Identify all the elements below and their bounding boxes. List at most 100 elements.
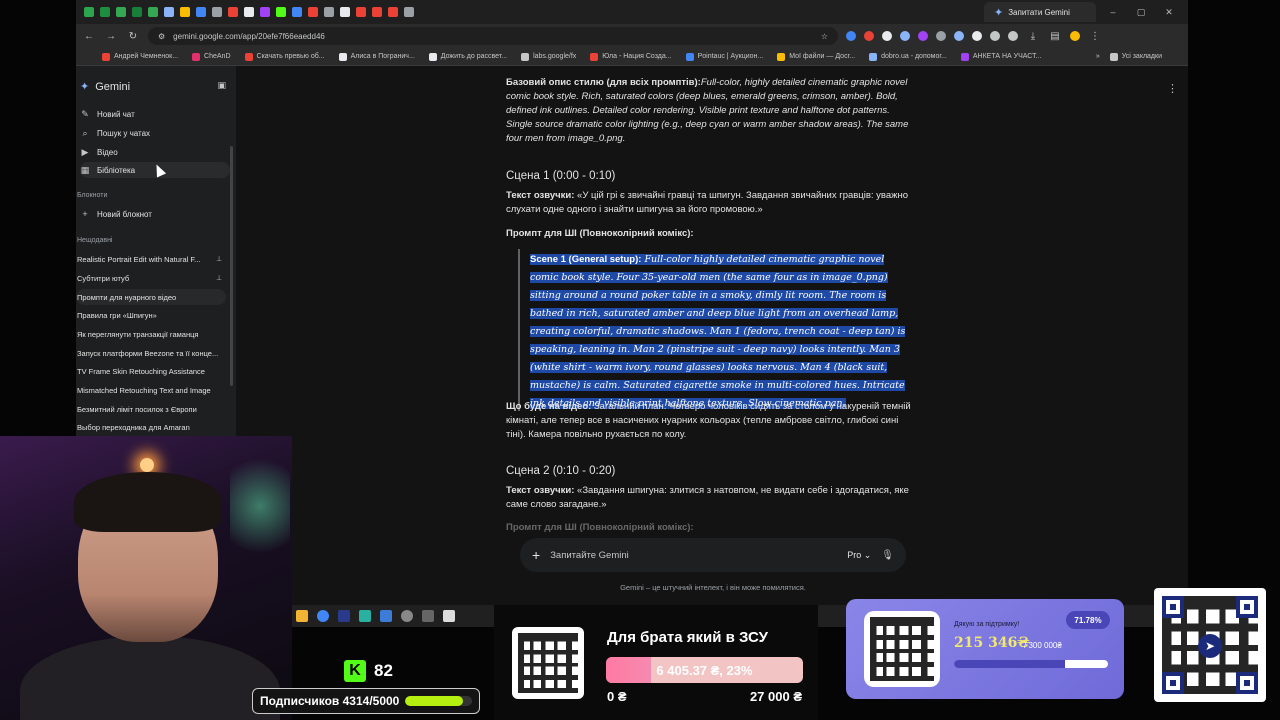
recent-chat-item-active[interactable]: Промпти для нуарного відео — [76, 289, 226, 305]
bookmark-item[interactable]: Скачать превью об... — [244, 52, 325, 61]
tab-favicon[interactable] — [100, 7, 110, 17]
close-icon[interactable]: ✕ — [1158, 7, 1180, 18]
bookmark-item[interactable]: CheAnD — [192, 52, 231, 61]
tab-favicon[interactable] — [340, 7, 350, 17]
extension-icon[interactable] — [954, 31, 964, 41]
new-notebook-button[interactable]: + Новий блокнот — [80, 206, 230, 222]
recent-chat-item[interactable]: Выбор переходника для Amaran — [76, 419, 226, 435]
profile-avatar[interactable] — [1070, 31, 1080, 41]
qr-pattern — [870, 617, 934, 681]
tab-favicon[interactable] — [164, 7, 174, 17]
tab-favicon[interactable] — [372, 7, 382, 17]
app-icon[interactable] — [380, 610, 392, 622]
recent-chat-item[interactable]: Безмитний ліміт посилок з Європи — [76, 401, 226, 417]
tab-favicon[interactable] — [324, 7, 334, 17]
prompt-placeholder: Запитайте Gemini — [550, 549, 629, 561]
tab-favicon[interactable] — [180, 7, 190, 17]
sidebar-scrollbar[interactable] — [230, 146, 233, 386]
app-icon[interactable] — [422, 610, 434, 622]
streamer-hair — [74, 472, 222, 532]
recent-chat-item[interactable]: Правила гри «Шпигун» — [76, 307, 226, 323]
sidebar-item-search[interactable]: ⌕ Пошук у чатах — [80, 125, 230, 141]
more-options-icon[interactable]: ⋮ — [1167, 82, 1178, 95]
all-bookmarks-button[interactable]: Усі закладки — [1109, 52, 1162, 61]
tab-favicon[interactable] — [308, 7, 318, 17]
menu-icon[interactable]: ⋮ — [1088, 31, 1102, 42]
prompt-blockquote[interactable]: Scene 1 (General setup): Full-color high… — [518, 249, 910, 411]
tab-favicon[interactable] — [212, 7, 222, 17]
bookmark-item[interactable]: Дожить до рассвет... — [428, 52, 507, 61]
bookmark-item[interactable]: dobro.ua - допомог... — [869, 52, 947, 61]
file-explorer-icon[interactable] — [296, 610, 308, 622]
maximize-icon[interactable]: ▢ — [1130, 7, 1152, 18]
tab-favicon[interactable] — [356, 7, 366, 17]
site-icon — [338, 52, 347, 61]
extensions-puzzle-icon[interactable] — [1008, 31, 1018, 41]
tab-active[interactable]: ✦ Запитати Gemini — [984, 2, 1096, 22]
forms-icon — [960, 52, 969, 61]
subscriber-goal-label: Подписчиков 4314/5000 — [260, 694, 400, 708]
selected-prompt-text[interactable]: Scene 1 (General setup): Full-color high… — [530, 254, 906, 409]
tab-favicon[interactable] — [404, 7, 414, 17]
app-icon[interactable] — [359, 610, 371, 622]
tab-favicon[interactable] — [84, 7, 94, 17]
chevron-right-icon[interactable]: » — [1096, 53, 1100, 61]
extension-icon[interactable] — [900, 31, 910, 41]
obs-icon[interactable] — [401, 610, 413, 622]
style-label: Базовий опис стилю (для всіх промптів): — [506, 77, 701, 88]
tab-favicon[interactable] — [260, 7, 270, 17]
reload-icon[interactable]: ↻ — [126, 31, 140, 42]
tab-favicon[interactable] — [116, 7, 126, 17]
app-icon[interactable] — [443, 610, 455, 622]
bookmark-item[interactable]: Юла - Нация Созда... — [590, 52, 672, 61]
recent-chat-item[interactable]: Realistic Portrait Edit with Natural F..… — [76, 251, 226, 267]
extension-icon[interactable] — [864, 31, 874, 41]
microphone-icon[interactable]: 🎙 — [881, 550, 894, 561]
extension-icon[interactable] — [846, 31, 856, 41]
tab-favicon[interactable] — [244, 7, 254, 17]
support-progress-bar — [954, 660, 1108, 668]
extension-icon[interactable] — [882, 31, 892, 41]
bookmark-item[interactable]: labs.google/fx — [521, 52, 576, 61]
tab-favicon[interactable] — [292, 7, 302, 17]
tab-favicon[interactable] — [228, 7, 238, 17]
tab-favicon[interactable] — [196, 7, 206, 17]
extension-icon[interactable] — [918, 31, 928, 41]
add-attachment-icon[interactable]: + — [532, 547, 540, 563]
recent-chat-item[interactable]: Mismatched Retouching Text and Image — [76, 382, 226, 398]
chevron-down-icon: ⌄ — [863, 549, 872, 560]
bookmark-item[interactable]: Андрей Чемненок... — [102, 52, 178, 61]
recent-chat-item[interactable]: Як переглянути транзакції гаманця — [76, 326, 226, 342]
extension-icon[interactable] — [990, 31, 1000, 41]
extension-icon[interactable] — [972, 31, 982, 41]
address-bar[interactable]: ⚙ gemini.google.com/app/20efe7f66eaedd46… — [148, 27, 838, 45]
bookmark-item[interactable]: Pointauc | Аукцион... — [685, 52, 763, 61]
tab-favicon[interactable] — [148, 7, 158, 17]
tab-favicon[interactable] — [276, 7, 286, 17]
bookmark-item[interactable]: АНКЕТА НА УЧАСТ... — [960, 52, 1041, 61]
model-selector[interactable]: Pro ⌄ — [847, 550, 871, 561]
recent-chat-item[interactable]: Субтитри ютуб ⊥ — [76, 270, 226, 286]
forward-icon[interactable]: → — [104, 31, 118, 42]
tab-favicon[interactable] — [388, 7, 398, 17]
bookmark-item[interactable]: Алиса в Погранич... — [338, 52, 415, 61]
photoshop-icon[interactable] — [338, 610, 350, 622]
tabs-icon[interactable]: ▤ — [1048, 31, 1062, 42]
bookmark-item[interactable]: Мої файли — Досг... — [777, 52, 855, 61]
collapse-sidebar-icon[interactable]: ▣ — [217, 80, 226, 91]
back-icon[interactable]: ← — [82, 31, 96, 42]
download-icon[interactable]: ⤓ — [1026, 31, 1040, 42]
prompt-input[interactable]: + Запитайте Gemini Pro ⌄ 🎙 — [520, 538, 906, 572]
chrome-icon[interactable] — [317, 610, 329, 622]
tab-favicon[interactable] — [132, 7, 142, 17]
app-header: ✦ Gemini — [80, 80, 130, 94]
site-info-icon[interactable]: ⚙ — [158, 32, 165, 41]
recent-chat-item[interactable]: TV Frame Skin Retouching Assistance — [76, 363, 226, 379]
bookmarks-overflow: » Усі закладки — [1096, 52, 1162, 61]
sidebar-item-new-chat[interactable]: ✎ Новий чат — [80, 106, 230, 122]
sidebar-item-video[interactable]: ▶ Відео — [80, 144, 230, 160]
extension-icon[interactable] — [936, 31, 946, 41]
minimize-icon[interactable]: – — [1102, 7, 1124, 17]
bookmark-star-icon[interactable]: ☆ — [821, 32, 828, 41]
recent-chat-item[interactable]: Запуск платформи Beezone та її конце... — [76, 345, 226, 361]
